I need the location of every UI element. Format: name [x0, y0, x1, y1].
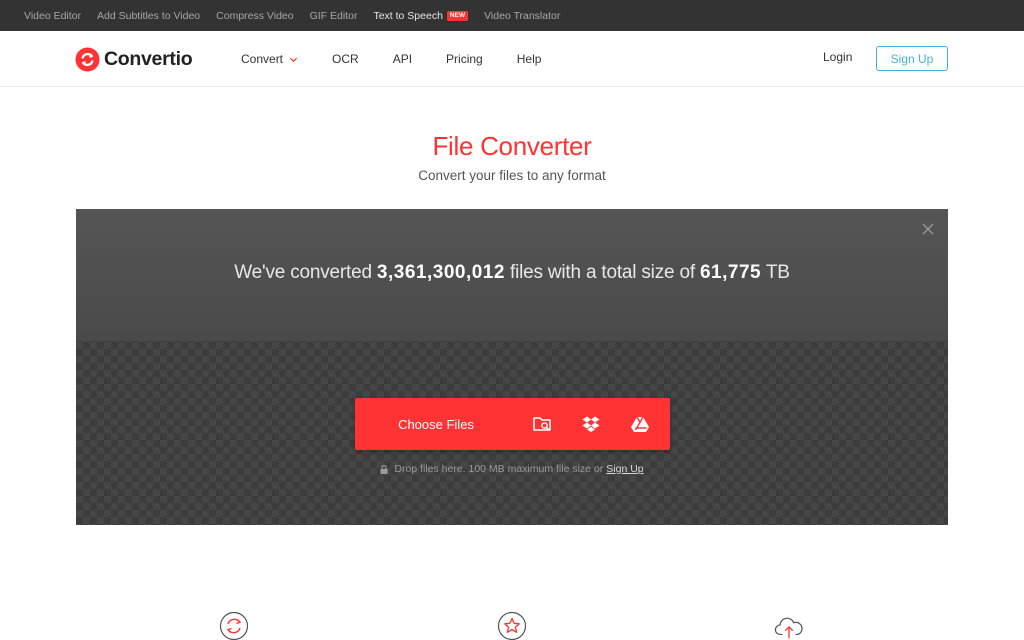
page-subtitle: Convert your files to any format — [418, 168, 606, 183]
star-icon — [497, 611, 527, 640]
brand-logo[interactable]: Convertio — [75, 46, 193, 72]
topbar-link-video-translator[interactable]: Video Translator — [484, 10, 560, 22]
stats-text: We've converted 3,361,300,012 files with… — [76, 262, 948, 284]
nav-ocr[interactable]: OCR — [332, 52, 359, 66]
cloud-upload-icon — [774, 617, 803, 639]
nav-api[interactable]: API — [393, 52, 412, 66]
signup-link[interactable]: Sign Up — [606, 463, 643, 475]
topbar-link-gif-editor[interactable]: GIF Editor — [310, 10, 358, 22]
new-badge: NEW — [446, 10, 469, 21]
topbar-link-add-subtitles[interactable]: Add Subtitles to Video — [97, 10, 200, 22]
nav-convert-label: Convert — [241, 52, 284, 66]
topbar-link-compress-video[interactable]: Compress Video — [216, 10, 293, 22]
stats-prefix: We've converted — [234, 262, 377, 283]
topbar-link-text-to-speech[interactable]: Text to Speech NEW — [373, 9, 469, 22]
drop-note: Drop files here. 100 MB maximum file siz… — [76, 463, 948, 475]
drop-note-text: Drop files here. 100 MB maximum file siz… — [394, 463, 604, 475]
login-link[interactable]: Login — [823, 50, 852, 64]
stats-panel: We've converted 3,361,300,012 files with… — [76, 209, 948, 341]
google-drive-icon — [630, 416, 649, 432]
nav-convert[interactable]: Convert — [241, 52, 298, 66]
stats-middle: files with a total size of — [504, 262, 700, 283]
file-converter-box[interactable]: We've converted 3,361,300,012 files with… — [76, 209, 948, 525]
close-icon[interactable] — [922, 223, 934, 235]
from-google-drive-button[interactable] — [615, 398, 664, 450]
folder-search-icon — [532, 417, 551, 431]
topbar-link-label: Text to Speech — [373, 9, 443, 22]
upload-button-group: Choose Files — [355, 398, 670, 450]
convert-cycle-icon — [219, 611, 249, 640]
dropbox-icon — [582, 416, 599, 432]
files-count: 3,361,300,012 — [376, 262, 505, 283]
main-nav: Convert OCR API Pricing Help — [241, 31, 575, 87]
lock-icon — [380, 464, 388, 474]
topbar-link-video-editor[interactable]: Video Editor — [24, 10, 81, 22]
nav-pricing[interactable]: Pricing — [446, 52, 483, 66]
main-header: Convertio Convert OCR API Pricing Help L… — [0, 31, 1024, 87]
from-dropbox-button[interactable] — [566, 398, 615, 450]
chevron-down-icon — [289, 57, 298, 62]
brand-name: Convertio — [104, 47, 193, 70]
page-title: File Converter — [432, 131, 592, 161]
top-product-bar: Video Editor Add Subtitles to Video Comp… — [0, 0, 1024, 31]
choose-files-button[interactable]: Choose Files — [355, 398, 517, 450]
total-size: 61,775 — [699, 262, 762, 283]
convertio-logo-icon — [75, 46, 100, 72]
nav-help[interactable]: Help — [517, 52, 542, 66]
signup-button[interactable]: Sign Up — [876, 46, 948, 71]
from-computer-button[interactable] — [517, 398, 566, 450]
stats-unit: TB — [761, 262, 790, 283]
